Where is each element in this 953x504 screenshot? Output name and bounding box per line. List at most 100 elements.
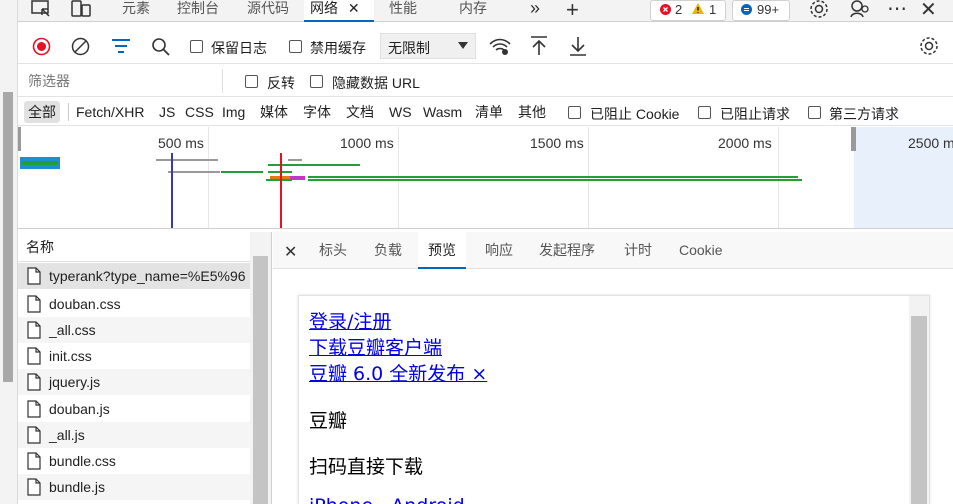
close-details-icon[interactable]: ✕ [284,242,297,262]
name-column-header[interactable]: 名称 [18,232,250,262]
requests-list-panel: 名称 typerank?type_name=%E5%96 douban.css … [18,232,272,504]
hide-data-urls-checkbox[interactable] [310,75,323,88]
type-filter-css[interactable]: CSS [185,101,214,123]
login-register-link[interactable]: 登录/注册 [309,307,391,334]
error-count: 2 [675,2,683,17]
tab-sources[interactable]: 源代码 [247,0,289,22]
settings-gear-icon[interactable] [808,0,830,19]
details-tab-bar: ✕ 标头 负载 预览 响应 发起程序 计时 Cookie [273,232,953,269]
inspect-element-icon[interactable] [30,0,52,18]
tab-close-icon[interactable]: ✕ [348,0,360,16]
filter-input[interactable] [18,69,223,93]
tab-elements[interactable]: 元素 [122,0,150,22]
blocked-cookies-checkbox[interactable] [568,106,581,119]
import-har-icon[interactable] [530,36,548,56]
third-party-checkbox[interactable] [808,106,821,119]
type-filter-other[interactable]: 其他 [518,101,546,123]
messages-badge[interactable]: 99+ [732,0,790,21]
requests-scrollbar[interactable] [250,232,271,504]
tab-headers[interactable]: 标头 [319,232,347,269]
preview-scrollbar-thumb[interactable] [911,316,927,504]
preview-scrollbar[interactable] [909,296,929,504]
tab-timing[interactable]: 计时 [624,232,652,269]
tab-memory[interactable]: 内存 [459,0,487,22]
tab-initiator[interactable]: 发起程序 [539,232,595,269]
device-emulation-icon[interactable] [70,0,92,18]
network-conditions-icon[interactable] [489,38,511,56]
type-filter-manifest[interactable]: 清单 [475,101,503,123]
request-row[interactable]: douban.js [18,396,250,422]
throttling-value: 无限制 [388,40,430,56]
tab-console[interactable]: 控制台 [177,0,219,22]
overview-gridline [208,127,209,228]
devtools-tab-bar: 元素 控制台 源代码 网络 ✕ 性能 内存 » + 2 1 99+ ⋯ ✕ [18,0,953,22]
request-row[interactable]: _all.css [18,317,250,343]
request-row[interactable]: bundle.css [18,448,250,474]
file-icon [27,452,41,470]
request-row[interactable]: douban.css [18,291,250,317]
request-row[interactable]: _all.js [18,422,250,448]
requests-scrollbar-thumb[interactable] [253,256,268,504]
request-name: _all.js [49,427,85,443]
left-scrollbar-thumb[interactable] [3,92,13,382]
network-settings-gear-icon[interactable] [918,36,940,56]
tab-performance[interactable]: 性能 [389,0,417,22]
invert-checkbox[interactable] [245,75,258,88]
search-icon[interactable] [151,37,171,57]
type-filter-fetch-xhr[interactable]: Fetch/XHR [76,101,144,123]
filter-icon[interactable] [111,39,131,53]
request-name: douban.css [49,296,121,312]
disable-cache-checkbox[interactable] [289,40,302,53]
type-filter-wasm[interactable]: Wasm [423,101,462,123]
file-icon [27,267,41,285]
blocked-cookies-label: 已阻止 Cookie [590,106,680,122]
type-filter-doc[interactable]: 文档 [346,101,374,123]
tab-response[interactable]: 响应 [485,232,513,269]
request-row[interactable]: init.css [18,343,250,369]
more-tabs-icon[interactable]: » [530,0,540,19]
type-filter-all[interactable]: 全部 [24,101,60,123]
tab-payload[interactable]: 负载 [374,232,402,269]
feedback-icon[interactable] [848,0,870,19]
throttling-select[interactable]: 无限制 [380,33,476,59]
request-row[interactable]: bundle.js [18,474,250,500]
invert-label: 反转 [267,75,295,91]
export-har-icon[interactable] [569,36,587,56]
tab-cookies[interactable]: Cookie [679,232,723,269]
dismiss-link[interactable]: × [471,363,487,385]
type-filter-ws[interactable]: WS [389,101,412,123]
type-filter-img[interactable]: Img [222,101,245,123]
issues-badge[interactable]: 2 1 [650,0,726,21]
brand-text: 豆瓣 [309,410,348,432]
type-filter-media[interactable]: 媒体 [260,101,288,123]
response-preview-frame: 登录/注册 下载豆瓣客户端 豆瓣 6.0 全新发布 × 豆瓣 扫码直接下载 iP… [298,295,930,504]
platforms-link[interactable]: iPhone · Android [309,495,465,504]
disable-cache-label: 禁用缓存 [310,40,366,56]
request-details-panel: ✕ 标头 负载 预览 响应 发起程序 计时 Cookie 登录/注册 下载豆瓣客… [273,232,953,504]
file-icon [27,347,41,365]
more-options-icon[interactable]: ⋯ [887,0,908,21]
close-devtools-icon[interactable]: ✕ [920,0,937,22]
tab-preview[interactable]: 预览 [418,232,466,269]
clear-icon[interactable] [71,37,90,56]
overview-bar-long-request [308,176,798,178]
record-icon[interactable] [32,37,51,56]
type-filter-font[interactable]: 字体 [303,101,331,123]
overview-window-handle-left[interactable] [18,127,21,151]
blocked-requests-checkbox[interactable] [698,106,711,119]
left-edge-strip [0,0,18,504]
request-row[interactable]: typerank?type_name=%E5%96 [18,263,250,289]
network-overview-timeline[interactable]: 500 ms 1000 ms 1500 ms 2000 ms 2500 ms [18,127,953,229]
preserve-log-checkbox[interactable] [190,40,203,53]
request-name: _all.css [49,322,96,338]
tab-network[interactable]: 网络 ✕ [304,0,374,22]
download-client-link[interactable]: 下载豆瓣客户端 [309,333,442,360]
release-link[interactable]: 豆瓣 6.0 全新发布 × [309,359,487,386]
request-row[interactable]: jquery.js [18,369,250,395]
add-tab-icon[interactable]: + [566,0,579,23]
file-icon [27,478,41,496]
overview-gridline [588,127,589,228]
overview-window-handle[interactable] [851,127,856,151]
type-filter-js[interactable]: JS [159,101,175,123]
overview-tick-label: 500 ms [158,135,204,151]
